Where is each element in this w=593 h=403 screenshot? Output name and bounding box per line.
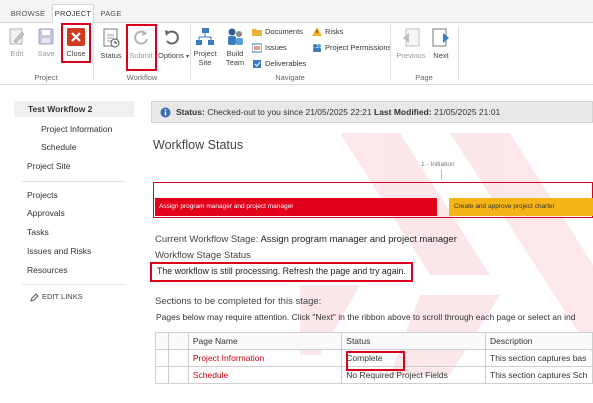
issues-button[interactable]: Issues bbox=[252, 42, 287, 54]
status-label: Status bbox=[100, 51, 122, 60]
table-cell-description: This section captures Sch bbox=[485, 366, 593, 384]
next-button[interactable]: Next bbox=[430, 23, 452, 60]
sections-note: Pages below may require attention. Click… bbox=[156, 312, 576, 322]
stage-bar-current[interactable]: Assign program manager and project manag… bbox=[155, 198, 437, 216]
status-button[interactable]: Status bbox=[98, 23, 124, 60]
table-link-schedule[interactable]: Schedule bbox=[187, 366, 343, 384]
tab-page[interactable]: PAGE bbox=[96, 5, 126, 23]
deliverables-icon bbox=[253, 60, 261, 69]
edit-links-button[interactable]: EDIT LINKS bbox=[30, 292, 83, 302]
table-header-description: Description bbox=[485, 332, 593, 350]
previous-label: Previous bbox=[396, 51, 426, 60]
table-header-status: Status bbox=[341, 332, 487, 350]
issues-label: Issues bbox=[265, 43, 287, 52]
stage-tick bbox=[441, 170, 442, 180]
table-cell-description: This section captures bas bbox=[485, 349, 593, 367]
table-header-row: Page Name Status Description bbox=[155, 332, 593, 350]
close-highlight-box bbox=[61, 23, 91, 63]
table-cell-blank bbox=[167, 349, 189, 367]
build-team-button[interactable]: Build Team bbox=[223, 23, 247, 67]
nav-title[interactable]: Test Workflow 2 bbox=[14, 101, 134, 117]
nav-item-approvals[interactable]: Approvals bbox=[27, 208, 65, 218]
tab-project[interactable]: PROJECT bbox=[52, 4, 94, 24]
nav-divider bbox=[22, 181, 126, 182]
project-site-button[interactable]: Project Site bbox=[193, 23, 217, 67]
sitemap-icon bbox=[196, 28, 214, 45]
nav-divider bbox=[22, 284, 126, 285]
next-icon bbox=[432, 28, 449, 47]
group-label-project: Project bbox=[34, 73, 58, 82]
table-cell-blank bbox=[155, 349, 169, 367]
last-modified-value: 21/05/2025 21:01 bbox=[434, 107, 501, 117]
build-team-label-1: Build bbox=[226, 49, 244, 58]
table-header-page-name: Page Name bbox=[187, 332, 343, 350]
current-stage-line: Current Workflow Stage: Assign program m… bbox=[155, 234, 457, 245]
permissions-icon bbox=[313, 44, 321, 53]
tab-browse[interactable]: BROWSE bbox=[6, 5, 50, 23]
options-label: Options ▾ bbox=[158, 51, 189, 60]
documents-label: Documents bbox=[265, 27, 303, 36]
options-button[interactable]: Options ▾ bbox=[158, 23, 189, 62]
pencil-icon bbox=[30, 292, 39, 302]
project-permissions-label: Project Permissions bbox=[325, 43, 392, 52]
group-label-page: Page bbox=[415, 73, 433, 82]
nav-item-issues-and-risks[interactable]: Issues and Risks bbox=[27, 246, 91, 256]
previous-icon bbox=[403, 28, 420, 47]
page-title: Workflow Status bbox=[153, 138, 244, 152]
nav-item-tasks[interactable]: Tasks bbox=[27, 227, 49, 237]
deliverables-label: Deliverables bbox=[265, 59, 307, 68]
nav-item-projects[interactable]: Projects bbox=[27, 190, 58, 200]
project-site-label-1: Project bbox=[193, 49, 217, 58]
stage-status-label: Workflow Stage Status bbox=[155, 250, 251, 261]
ribbon-separator bbox=[458, 26, 459, 81]
options-icon bbox=[165, 30, 179, 45]
table-header-blank bbox=[167, 332, 189, 350]
deliverables-button[interactable]: Deliverables bbox=[252, 58, 306, 70]
build-team-label-2: Team bbox=[225, 58, 245, 67]
previous-button[interactable]: Previous bbox=[395, 23, 427, 60]
group-label-navigate: Navigate bbox=[275, 73, 305, 82]
project-permissions-button[interactable]: Project Permissions bbox=[312, 42, 391, 54]
nav-item-project-site[interactable]: Project Site bbox=[27, 161, 70, 171]
risks-label: Risks bbox=[325, 27, 344, 36]
documents-button[interactable]: Documents bbox=[252, 26, 303, 38]
ribbon-tab-bar: BROWSE PROJECT PAGE bbox=[0, 0, 593, 24]
warning-icon bbox=[312, 27, 322, 37]
last-modified-label: Last Modified: bbox=[374, 107, 432, 117]
edit-label: Edit bbox=[10, 49, 24, 58]
project-site-label-2: Site bbox=[198, 58, 212, 67]
status-text: Checked-out to you since 21/05/2025 22:2… bbox=[207, 107, 372, 117]
info-icon bbox=[160, 107, 171, 118]
current-stage-value: Assign program manager and project manag… bbox=[260, 234, 457, 245]
issues-icon bbox=[252, 43, 262, 53]
complete-highlight-box bbox=[346, 351, 405, 371]
nav-item-project-information[interactable]: Project Information bbox=[41, 124, 112, 134]
table-cell-blank bbox=[155, 366, 169, 384]
status-label-text: Status: bbox=[176, 107, 205, 117]
stage-bar-next[interactable]: Create and approve project charter bbox=[449, 198, 593, 216]
group-label-workflow: Workflow bbox=[126, 73, 158, 82]
next-label: Next bbox=[433, 51, 449, 60]
team-icon bbox=[228, 28, 243, 45]
risks-button[interactable]: Risks bbox=[312, 26, 343, 38]
table-link-project-information[interactable]: Project Information bbox=[187, 349, 343, 367]
status-icon bbox=[103, 28, 120, 48]
save-icon bbox=[38, 28, 54, 45]
current-stage-label: Current Workflow Stage: bbox=[155, 234, 259, 245]
sections-heading: Sections to be completed for this stage: bbox=[155, 296, 322, 307]
edit-icon bbox=[9, 28, 25, 45]
status-bar: Status: Checked-out to you since 21/05/2… bbox=[151, 101, 593, 123]
submit-highlight-box bbox=[126, 24, 157, 71]
processing-message: The workflow is still processing. Refres… bbox=[157, 266, 406, 276]
edit-button[interactable]: Edit bbox=[5, 23, 29, 58]
nav-item-resources[interactable]: Resources bbox=[27, 265, 68, 275]
stage-label: 1 - Initiation bbox=[421, 161, 455, 168]
nav-item-schedule[interactable]: Schedule bbox=[41, 142, 76, 152]
table-cell-blank bbox=[167, 366, 189, 384]
save-label: Save bbox=[37, 49, 55, 58]
edit-links-label: EDIT LINKS bbox=[42, 292, 83, 301]
folder-icon bbox=[252, 29, 262, 37]
save-button[interactable]: Save bbox=[33, 23, 59, 58]
table-header-blank bbox=[155, 332, 169, 350]
